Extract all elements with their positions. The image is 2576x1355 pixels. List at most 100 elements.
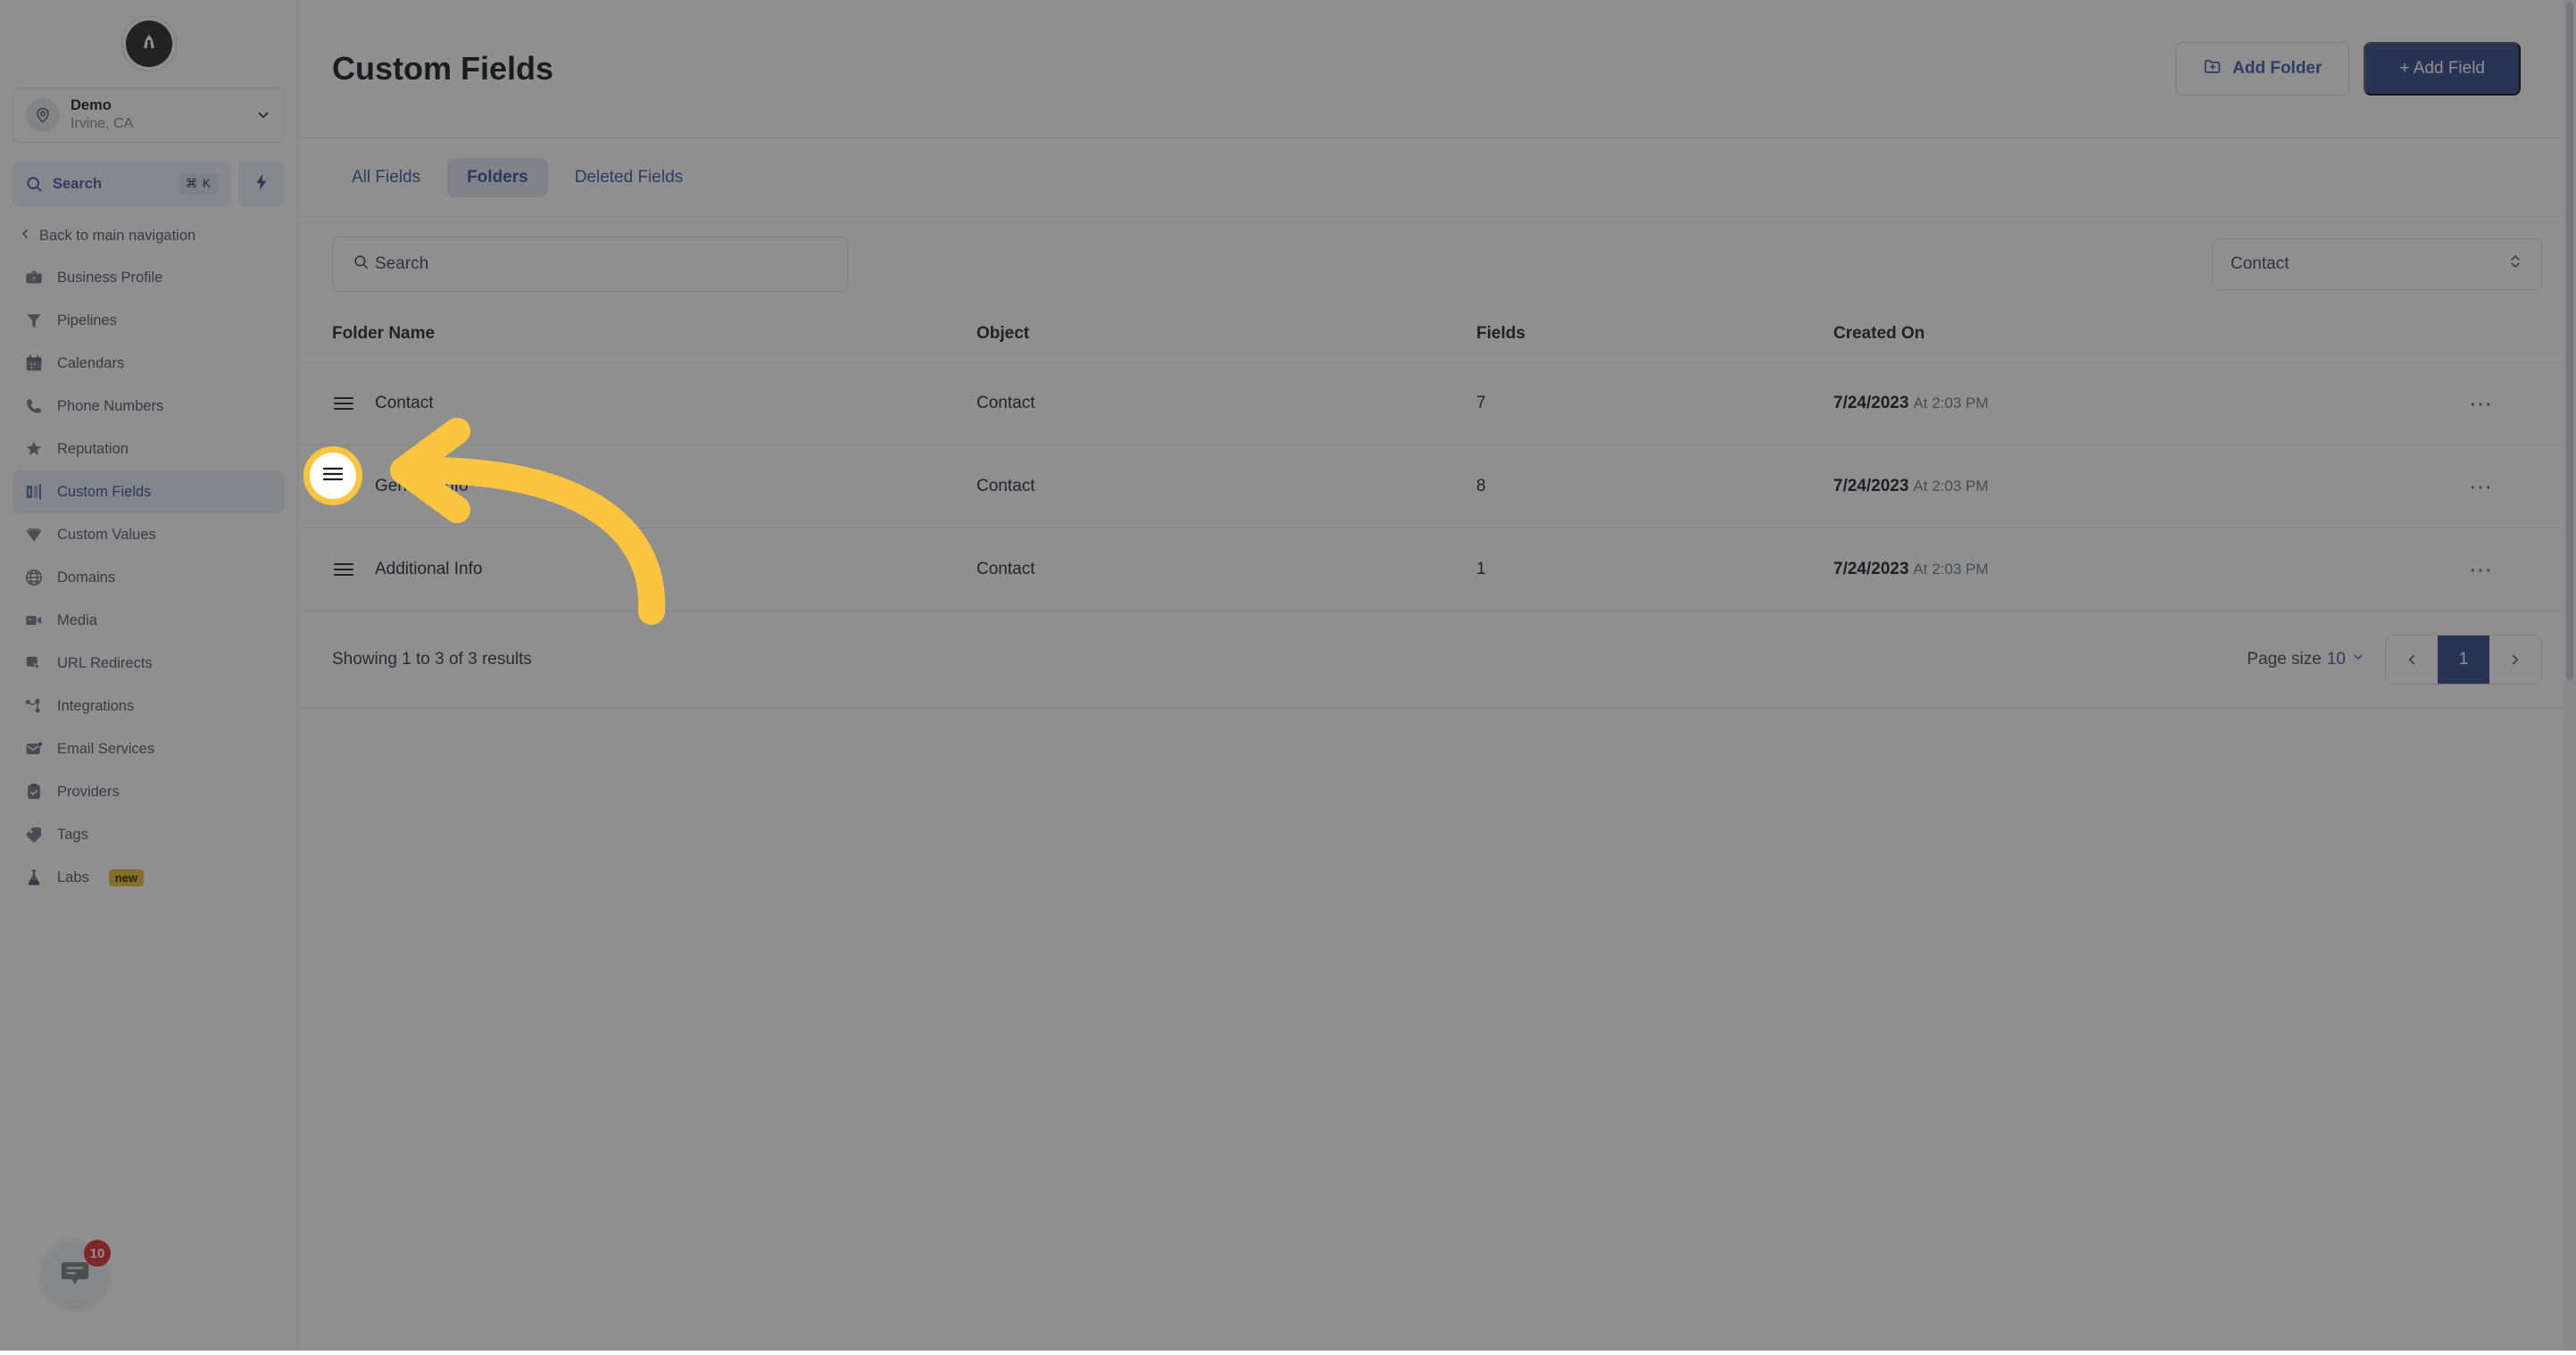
object-select[interactable]: Contact — [2212, 238, 2542, 290]
chat-widget-button[interactable]: 10 — [43, 1242, 107, 1306]
header-actions: Add Folder + Add Field — [2175, 42, 2521, 96]
page-buttons: 1 — [2385, 635, 2542, 685]
sidebar-item-providers[interactable]: Providers — [12, 770, 285, 813]
video-camera-icon — [23, 610, 45, 631]
add-folder-button[interactable]: Add Folder — [2175, 42, 2349, 96]
sidebar-item-custom-values[interactable]: Custom Values — [12, 513, 285, 556]
sidebar-item-calendars[interactable]: Calendars — [12, 342, 285, 385]
sidebar-item-label: Calendars — [57, 355, 124, 372]
app-root: Demo Irvine, CA Search ⌘ K — [0, 0, 2576, 1351]
sidebar-item-pipelines[interactable]: Pipelines — [12, 299, 285, 342]
highlight-spotlight[interactable] — [303, 446, 362, 505]
drag-handle-icon[interactable] — [332, 392, 355, 415]
sidebar-item-label: Domains — [57, 569, 115, 586]
table-footer: Showing 1 to 3 of 3 results Page size 10 — [298, 611, 2576, 709]
add-folder-label: Add Folder — [2232, 59, 2322, 79]
page-title: Custom Fields — [332, 50, 2175, 87]
cell-created-on: 7/24/2023At 2:03 PM — [1833, 362, 2387, 445]
sidebar-item-label: Media — [57, 612, 97, 629]
sidebar-item-reputation[interactable]: Reputation — [12, 428, 285, 470]
column-folder-name: Folder Name — [298, 308, 976, 362]
rocket-logo-icon — [126, 21, 172, 67]
sidebar-item-label: Pipelines — [57, 312, 117, 329]
sidebar-item-label: Labs — [57, 869, 89, 886]
ellipsis-icon[interactable]: ⋯ — [2387, 473, 2576, 501]
cell-object: Contact — [976, 362, 1476, 445]
sidebar-item-business-profile[interactable]: Business Profile — [12, 256, 285, 299]
chevron-left-icon — [18, 227, 32, 245]
page-size-selector[interactable]: Page size 10 — [2247, 650, 2365, 669]
nodes-icon — [23, 695, 45, 717]
add-field-button[interactable]: + Add Field — [2364, 42, 2521, 96]
lightning-bolt-icon — [252, 172, 271, 196]
filter-row: Search Contact — [298, 217, 2576, 308]
created-date: 7/24/2023 — [1833, 477, 1909, 495]
cursor-click-icon — [23, 653, 45, 674]
drag-handle-icon[interactable] — [322, 465, 344, 487]
tab-folders[interactable]: Folders — [447, 158, 548, 197]
search-label: Search — [53, 176, 170, 193]
ellipsis-icon[interactable]: ⋯ — [2387, 556, 2576, 584]
search-icon — [25, 175, 43, 193]
custom-fields-icon — [23, 481, 45, 503]
prev-page-button[interactable] — [2386, 636, 2438, 684]
sidebar-item-custom-fields[interactable]: Custom Fields — [12, 470, 285, 513]
tab-all-fields[interactable]: All Fields — [332, 158, 440, 197]
created-date: 7/24/2023 — [1833, 560, 1909, 578]
scrollbar-thumb[interactable] — [2566, 2, 2573, 680]
table-header: Folder Name Object Fields Created On — [298, 308, 2576, 362]
search-input[interactable]: Search — [332, 237, 848, 292]
vertical-scrollbar[interactable] — [2564, 0, 2576, 1351]
sidebar-item-media[interactable]: Media — [12, 599, 285, 642]
results-summary: Showing 1 to 3 of 3 results — [332, 650, 532, 669]
table-row[interactable]: Contact Contact 7 7/24/2023At 2:03 PM ⋯ — [298, 362, 2576, 445]
sidebar-item-label: Phone Numbers — [57, 398, 163, 415]
cell-fields: 1 — [1476, 528, 1833, 611]
star-icon — [23, 438, 45, 460]
created-time: At 2:03 PM — [1914, 561, 1989, 578]
sidebar: Demo Irvine, CA Search ⌘ K — [0, 0, 298, 1351]
table-row[interactable]: General Info Contact 8 7/24/2023At 2:03 … — [298, 445, 2576, 528]
drag-handle-icon[interactable] — [332, 558, 355, 581]
chevron-down-icon — [2351, 650, 2365, 669]
chat-unread-badge: 10 — [84, 1240, 111, 1267]
folders-panel: Search Contact Folder Name Objec — [298, 217, 2576, 1351]
chevron-updown-icon — [2507, 252, 2523, 277]
ellipsis-icon[interactable]: ⋯ — [2387, 390, 2576, 418]
tab-deleted-fields[interactable]: Deleted Fields — [555, 158, 702, 197]
back-to-main-navigation[interactable]: Back to main navigation — [12, 227, 285, 245]
folder-name-text: Contact — [375, 394, 433, 413]
page-number-button[interactable]: 1 — [2438, 636, 2489, 684]
table-row[interactable]: Additional Info Contact 1 7/24/2023At 2:… — [298, 528, 2576, 611]
folders-table: Folder Name Object Fields Created On — [298, 308, 2576, 611]
sidebar-item-label: Business Profile — [57, 270, 162, 287]
cell-actions: ⋯ — [2387, 362, 2576, 445]
page-header: Custom Fields Add Folder + Add Field — [298, 0, 2576, 138]
cell-fields: 7 — [1476, 362, 1833, 445]
chevron-down-icon — [255, 107, 271, 123]
clipboard-check-icon — [23, 781, 45, 802]
sidebar-item-email-services[interactable]: Email Services — [12, 727, 285, 770]
sidebar-item-domains[interactable]: Domains — [12, 556, 285, 599]
sidebar-item-tags[interactable]: Tags — [12, 813, 285, 856]
sidebar-item-labs[interactable]: Labs new — [12, 856, 285, 899]
column-object: Object — [976, 308, 1476, 362]
sidebar-item-integrations[interactable]: Integrations — [12, 685, 285, 727]
page-size-value: 10 — [2327, 650, 2346, 669]
logo[interactable] — [0, 0, 297, 71]
location-text: Demo Irvine, CA — [71, 97, 245, 132]
location-name: Demo — [71, 97, 245, 114]
calendar-icon — [23, 353, 45, 374]
sidebar-search-row: Search ⌘ K — [12, 161, 285, 207]
quick-action-button[interactable] — [238, 161, 285, 207]
sidebar-item-url-redirects[interactable]: URL Redirects — [12, 642, 285, 685]
sidebar-item-phone-numbers[interactable]: Phone Numbers — [12, 385, 285, 428]
location-switcher[interactable]: Demo Irvine, CA — [12, 87, 285, 143]
back-label: Back to main navigation — [39, 228, 195, 245]
search-icon — [353, 254, 370, 276]
sidebar-item-label: Custom Values — [57, 527, 156, 544]
search-button[interactable]: Search ⌘ K — [12, 161, 230, 207]
next-page-button[interactable] — [2489, 636, 2541, 684]
sidebar-item-label: Providers — [57, 784, 120, 801]
flask-icon — [23, 867, 45, 888]
